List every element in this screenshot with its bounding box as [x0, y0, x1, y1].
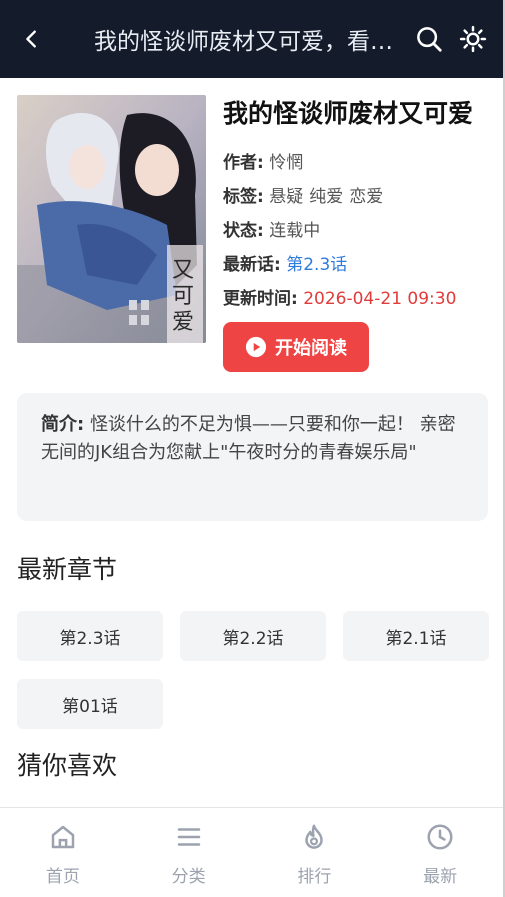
latest-row: 最新话: 第2.3话 [223, 248, 487, 282]
author-row: 作者: 怜惘 [223, 146, 487, 180]
page-title: 我的怪谈师废材又可爱，看不见吗 [94, 29, 407, 55]
chevron-left-icon [26, 30, 36, 48]
tag[interactable]: 纯爱 [309, 187, 343, 207]
tab-category[interactable]: 分类 [126, 808, 252, 897]
start-reading-button[interactable]: 开始阅读 [223, 322, 369, 372]
tab-home-label: 首页 [45, 867, 80, 887]
tab-latest-label: 最新 [423, 867, 458, 887]
intro-label: 简介: [41, 414, 85, 435]
status-value: 连载中 [269, 221, 321, 241]
sun-icon [459, 25, 487, 53]
clock-icon [427, 824, 453, 850]
tab-latest[interactable]: 最新 [377, 808, 503, 897]
top-bar: 我的怪谈师废材又可爱，看不见吗 [0, 0, 503, 78]
tab-ranking-label: 排行 [297, 867, 332, 887]
svg-text:爱: 爱 [172, 309, 194, 334]
chapter-list: 第2.3话 第2.2话 第2.1话 第01话 [17, 611, 489, 729]
tags-row: 标签: 悬疑 纯爱 恋爱 [223, 180, 487, 214]
tags-label: 标签: [223, 187, 264, 207]
book-cover[interactable]: 又 可 爱 [17, 95, 206, 343]
chapter-button[interactable]: 第2.2话 [180, 611, 326, 661]
home-icon [51, 825, 75, 849]
chapter-button[interactable]: 第01话 [17, 679, 163, 729]
flame-icon [305, 824, 324, 849]
theme-toggle-button[interactable] [451, 0, 495, 78]
tag[interactable]: 悬疑 [269, 187, 303, 207]
latest-chapters-heading: 最新章节 [17, 555, 118, 584]
status-row: 状态: 连载中 [223, 214, 487, 248]
book-info: 我的怪谈师废材又可爱 作者: 怜惘 标签: 悬疑 纯爱 恋爱 状态: 连载中 最新话… [223, 95, 487, 372]
intro-panel: 简介: 怪谈什么的不足为惧——只要和你一起！ 亲密无间的JK组合为您献上"午夜时… [17, 393, 488, 521]
updated-value: 2026-04-21 09:30 [303, 289, 457, 309]
svg-text:又: 又 [172, 257, 194, 282]
book-title: 我的怪谈师废材又可爱 [223, 99, 474, 128]
menu-icon [177, 828, 200, 846]
author-label: 作者: [223, 153, 264, 173]
tab-category-label: 分类 [171, 867, 206, 887]
search-icon [417, 27, 442, 52]
updated-label: 更新时间: [223, 289, 298, 309]
start-reading-label: 开始阅读 [275, 338, 347, 359]
tag[interactable]: 恋爱 [349, 187, 383, 207]
latest-chapter-link[interactable]: 第2.3话 [286, 255, 347, 275]
chapter-button[interactable]: 第2.3话 [17, 611, 163, 661]
cover-image: 又 可 爱 [17, 95, 206, 343]
status-label: 状态: [223, 221, 264, 241]
play-icon [245, 336, 267, 358]
updated-row: 更新时间: 2026-04-21 09:30 [223, 282, 487, 316]
author-value[interactable]: 怜惘 [269, 153, 303, 173]
book-detail: 又 可 爱 我的怪谈师废材又可爱 作者: 怜惘 标签: 悬疑 纯爱 恋爱 状态: 连… [17, 95, 487, 375]
intro-text: 怪谈什么的不足为惧——只要和你一起！ 亲密无间的JK组合为您献上"午夜时分的青春… [41, 414, 456, 463]
tab-ranking[interactable]: 排行 [252, 808, 378, 897]
search-button[interactable] [407, 0, 451, 78]
bottom-tab-bar: 首页 分类 排行 最新 [0, 807, 503, 897]
recommend-heading: 猜你喜欢 [17, 751, 118, 780]
back-button[interactable] [0, 0, 64, 78]
svg-text:可: 可 [172, 283, 194, 308]
chapter-button[interactable]: 第2.1话 [343, 611, 489, 661]
tab-home[interactable]: 首页 [0, 808, 126, 897]
latest-label: 最新话: [223, 255, 281, 275]
